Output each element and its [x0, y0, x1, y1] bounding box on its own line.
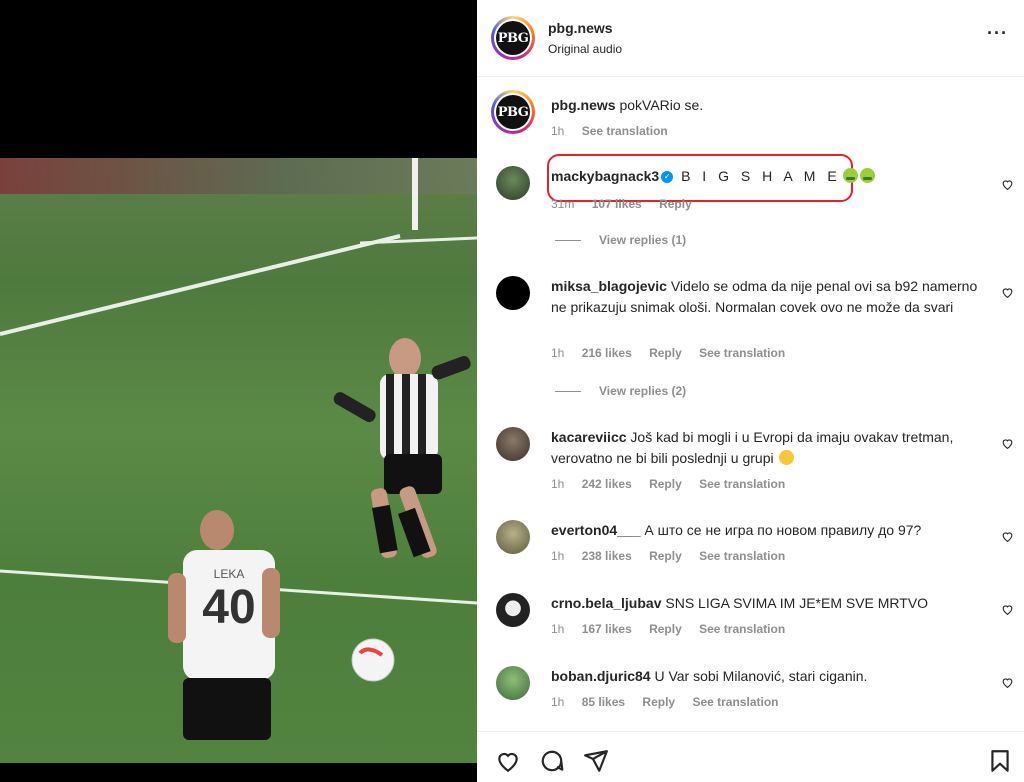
caption-avatar[interactable]: PBG	[491, 90, 535, 134]
audio-label[interactable]: Original audio	[548, 42, 622, 56]
see-translation-link[interactable]: See translation	[699, 477, 785, 491]
comment-meta: 1h 85 likes Reply See translation	[551, 695, 779, 709]
reply-button[interactable]: Reply	[642, 695, 675, 709]
post-header: PBG pbg.news Original audio ···	[477, 0, 1024, 77]
comment-meta: 31m 107 likes Reply	[551, 197, 692, 211]
comment-text: mackybagnack3 ✓ B I G S H A M E	[551, 166, 981, 187]
like-heart-icon[interactable]	[1001, 530, 1014, 543]
likes-count[interactable]: 238 likes	[582, 549, 632, 563]
comment-meta: 1h 167 likes Reply See translation	[551, 622, 786, 636]
comment-avatar[interactable]	[496, 593, 530, 627]
like-heart-icon[interactable]	[1001, 437, 1014, 450]
player-white-40: 40 LEKA	[168, 510, 280, 740]
share-icon[interactable]	[583, 748, 609, 774]
likes-count[interactable]: 242 likes	[582, 477, 632, 491]
see-translation-link[interactable]: See translation	[699, 346, 785, 360]
comment-username[interactable]: mackybagnack3	[551, 168, 659, 184]
verified-badge-icon: ✓	[661, 171, 674, 184]
reply-button[interactable]: Reply	[649, 477, 682, 491]
see-translation-link[interactable]: See translation	[699, 622, 785, 636]
nauseated-face-icon	[859, 168, 875, 183]
comment-username[interactable]: miksa_blagojevic	[551, 278, 667, 294]
comment-text: miksa_blagojevic Videlo se odma da nije …	[551, 278, 978, 315]
reply-button[interactable]: Reply	[649, 346, 682, 360]
caption-text: pbg.news pokVARio se.	[551, 97, 704, 113]
comment-avatar[interactable]	[496, 427, 530, 461]
comment-avatar[interactable]	[496, 666, 530, 700]
see-translation-link[interactable]: See translation	[699, 549, 785, 563]
likes-count[interactable]: 85 likes	[582, 695, 625, 709]
downcast-face-icon	[779, 450, 795, 465]
post-panel: PBG pbg.news Original audio ··· PBG pbg.…	[477, 0, 1024, 782]
see-translation-link[interactable]: See translation	[692, 695, 778, 709]
account-avatar[interactable]: PBG	[491, 16, 535, 60]
pbg-logo: PBG	[496, 21, 530, 55]
likes-count[interactable]: 107 likes	[592, 197, 642, 211]
see-translation-link[interactable]: See translation	[582, 124, 668, 138]
comments-list[interactable]: PBG pbg.news pokVARio se. 1h See transla…	[477, 78, 1024, 730]
player-striped	[333, 338, 471, 558]
like-heart-icon[interactable]	[1001, 178, 1014, 191]
view-replies-button[interactable]: View replies (1)	[555, 233, 686, 247]
comment-icon[interactable]	[539, 748, 565, 774]
comment-meta: 1h 216 likes Reply See translation	[551, 346, 786, 360]
comment-text: everton04___ А што се не игра по новом п…	[551, 522, 922, 538]
comment-text: kacareviicc Još kad bi mogli i u Evropi …	[551, 429, 954, 466]
account-username[interactable]: pbg.news	[548, 20, 613, 36]
player-name: LEKA	[214, 567, 245, 581]
comment-username[interactable]: crno.bela_ljubav	[551, 595, 661, 611]
more-horizontal-icon[interactable]: ···	[987, 24, 1008, 42]
heart-icon[interactable]	[495, 748, 521, 774]
like-heart-icon[interactable]	[1001, 603, 1014, 616]
comment-avatar[interactable]	[496, 276, 530, 310]
reply-button[interactable]: Reply	[649, 549, 682, 563]
comment-username[interactable]: kacareviicc	[551, 429, 627, 445]
comment-username[interactable]: everton04___	[551, 522, 641, 538]
comment-meta: 1h 242 likes Reply See translation	[551, 477, 786, 491]
football-scene: 40 LEKA	[0, 158, 477, 740]
reply-button[interactable]: Reply	[659, 197, 692, 211]
nauseated-face-icon	[842, 168, 858, 183]
player-number: 40	[202, 581, 255, 634]
caption-username[interactable]: pbg.news	[551, 97, 616, 113]
football	[351, 638, 395, 682]
like-heart-icon[interactable]	[1001, 286, 1014, 299]
video-player[interactable]: 40 LEKA	[0, 0, 477, 782]
comment-avatar[interactable]	[496, 520, 530, 554]
reply-button[interactable]: Reply	[649, 622, 682, 636]
comment-text: crno.bela_ljubav SNS LIGA SVIMA IM JE*EM…	[551, 595, 929, 611]
likes-count[interactable]: 216 likes	[582, 346, 632, 360]
comment-text: boban.djuric84 U Var sobi Milanović, sta…	[551, 668, 868, 684]
action-bar	[477, 731, 1024, 782]
caption-meta: 1h See translation	[551, 124, 668, 138]
likes-count[interactable]: 167 likes	[582, 622, 632, 636]
view-replies-button[interactable]: View replies (2)	[555, 384, 686, 398]
like-heart-icon[interactable]	[1001, 676, 1014, 689]
comment-avatar[interactable]	[496, 166, 530, 200]
comment-username[interactable]: boban.djuric84	[551, 668, 651, 684]
comment-meta: 1h 238 likes Reply See translation	[551, 549, 786, 563]
video-frame: 40 LEKA	[0, 158, 477, 763]
bookmark-icon[interactable]	[987, 748, 1013, 774]
